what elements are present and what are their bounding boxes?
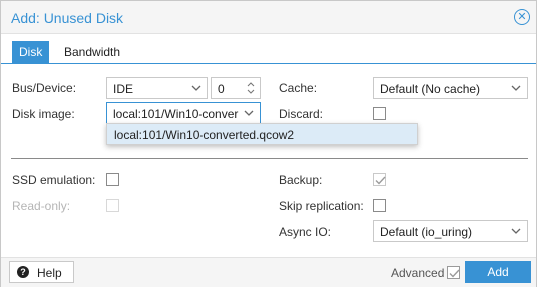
dialog-title: Add: Unused Disk	[11, 10, 124, 26]
advanced-label: Advanced	[391, 266, 445, 280]
advanced-checkbox[interactable]	[447, 266, 460, 279]
device-index-value: 0	[218, 82, 225, 96]
chevron-down-icon	[244, 110, 254, 116]
bus-value: IDE	[113, 82, 134, 96]
async-io-label: Async IO:	[279, 225, 332, 239]
add-button[interactable]: Add	[465, 261, 531, 283]
read-only-label: Read-only:	[12, 199, 71, 213]
add-disk-dialog: Add: Unused Disk ✕ Disk Bandwidth Bus/De…	[0, 0, 537, 287]
checkmark-icon	[375, 176, 386, 185]
dialog-titlebar: Add: Unused Disk ✕	[1, 1, 536, 34]
skip-replication-label: Skip replication:	[279, 199, 364, 213]
disk-image-dropdown: local:101/Win10-converted.qcow2	[106, 123, 418, 145]
tab-bandwidth[interactable]: Bandwidth	[57, 41, 127, 63]
disk-image-label: Disk image:	[12, 107, 75, 121]
dialog-footer: ? Help Advanced Add	[1, 257, 536, 287]
bus-select[interactable]: IDE	[106, 77, 208, 99]
device-index-stepper[interactable]: 0	[211, 77, 261, 99]
backup-checkbox[interactable]	[373, 173, 386, 186]
ssd-emulation-checkbox[interactable]	[106, 173, 119, 186]
stepper-arrows-icon[interactable]	[246, 80, 256, 96]
help-icon: ?	[17, 266, 29, 278]
tab-bar: Disk Bandwidth	[1, 34, 536, 64]
disk-image-option[interactable]: local:101/Win10-converted.qcow2	[114, 128, 294, 142]
chevron-down-icon	[191, 85, 201, 91]
checkmark-icon	[449, 269, 460, 278]
disk-image-select[interactable]: local:101/Win10-conver	[106, 102, 261, 124]
cache-select[interactable]: Default (No cache)	[373, 77, 528, 99]
cache-value: Default (No cache)	[380, 82, 481, 96]
ssd-emulation-label: SSD emulation:	[12, 173, 96, 187]
help-button[interactable]: ? Help	[9, 261, 74, 283]
disk-image-value: local:101/Win10-conver	[113, 107, 239, 121]
close-icon[interactable]: ✕	[514, 9, 530, 25]
chevron-down-icon	[511, 228, 521, 234]
skip-replication-checkbox[interactable]	[373, 199, 386, 212]
async-io-select[interactable]: Default (io_uring)	[373, 220, 528, 242]
discard-label: Discard:	[279, 107, 324, 121]
discard-checkbox[interactable]	[373, 107, 386, 120]
backup-label: Backup:	[279, 173, 323, 187]
read-only-checkbox	[106, 199, 119, 212]
cache-label: Cache:	[279, 81, 318, 95]
chevron-down-icon	[511, 85, 521, 91]
section-divider	[11, 158, 528, 159]
help-label: Help	[37, 266, 62, 280]
bus-device-label: Bus/Device:	[12, 81, 77, 95]
tab-disk[interactable]: Disk	[12, 41, 50, 63]
async-io-value: Default (io_uring)	[380, 225, 473, 239]
